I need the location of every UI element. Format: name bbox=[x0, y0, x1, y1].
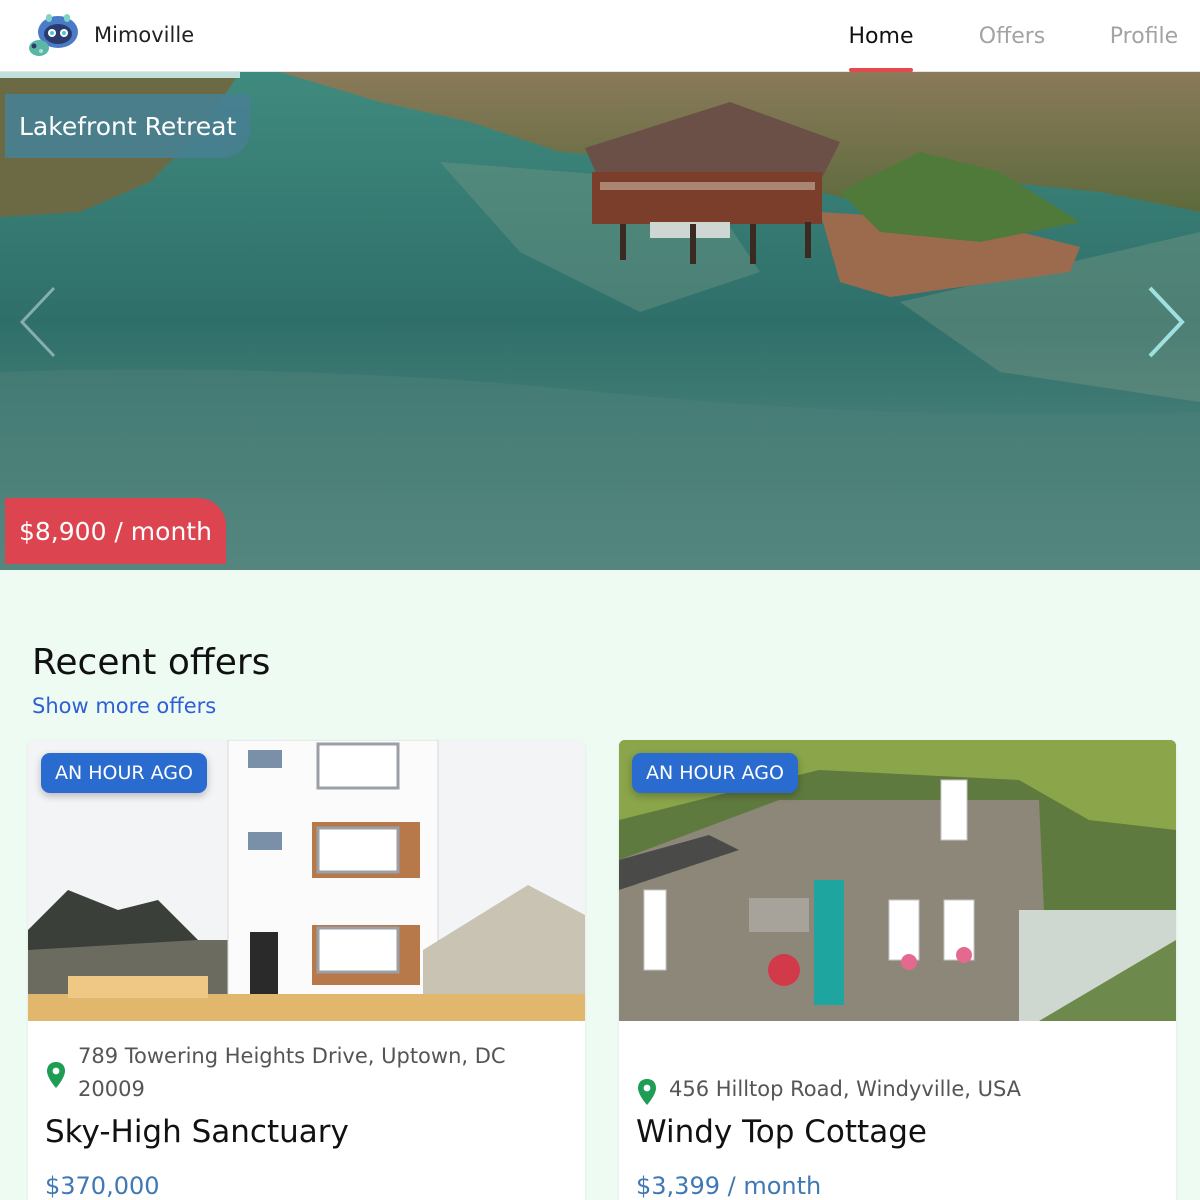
hero-price-tag: $8,900 / month bbox=[5, 498, 226, 564]
recent-offers-heading: Recent offers bbox=[32, 642, 271, 683]
brand-name: Mimoville bbox=[94, 23, 195, 47]
location-pin-icon bbox=[638, 1079, 656, 1105]
offer-address: 456 Hilltop Road, Windyville, USA bbox=[637, 1073, 1157, 1106]
offer-card[interactable]: AN HOUR AGO 789 Towering Heights Drive, … bbox=[28, 740, 585, 1200]
offer-address-text: 789 Towering Heights Drive, Uptown, DC 2… bbox=[78, 1044, 506, 1101]
brand[interactable]: Mimoville bbox=[26, 10, 194, 60]
top-nav-bar: Mimoville Home Offers Profile bbox=[0, 0, 1200, 72]
offer-price: $3,399 / month bbox=[636, 1172, 822, 1200]
hero-progress-line bbox=[0, 72, 240, 78]
offer-address-text: 456 Hilltop Road, Windyville, USA bbox=[669, 1077, 1022, 1101]
time-badge: AN HOUR AGO bbox=[632, 753, 798, 793]
nav-offers[interactable]: Offers bbox=[979, 0, 1046, 72]
mimoville-robot-logo-icon bbox=[29, 14, 78, 56]
offer-title[interactable]: Sky-High Sanctuary bbox=[45, 1114, 349, 1150]
offer-title[interactable]: Windy Top Cottage bbox=[636, 1114, 927, 1150]
location-pin-icon bbox=[47, 1062, 65, 1088]
show-more-offers-link[interactable]: Show more offers bbox=[32, 694, 216, 718]
chevron-right-icon[interactable] bbox=[1146, 282, 1186, 362]
hero-carousel: Lakefront Retreat $8,900 / month bbox=[0, 72, 1200, 570]
time-badge: AN HOUR AGO bbox=[41, 753, 207, 793]
offer-card[interactable]: AN HOUR AGO 456 Hilltop Road, Windyville… bbox=[619, 740, 1176, 1200]
offer-price: $370,000 bbox=[45, 1172, 160, 1200]
chevron-left-icon[interactable] bbox=[18, 282, 58, 362]
offer-address: 789 Towering Heights Drive, Uptown, DC 2… bbox=[46, 1040, 566, 1106]
nav-profile[interactable]: Profile bbox=[1110, 0, 1178, 72]
nav-home[interactable]: Home bbox=[849, 0, 913, 72]
hero-title: Lakefront Retreat bbox=[5, 94, 251, 158]
